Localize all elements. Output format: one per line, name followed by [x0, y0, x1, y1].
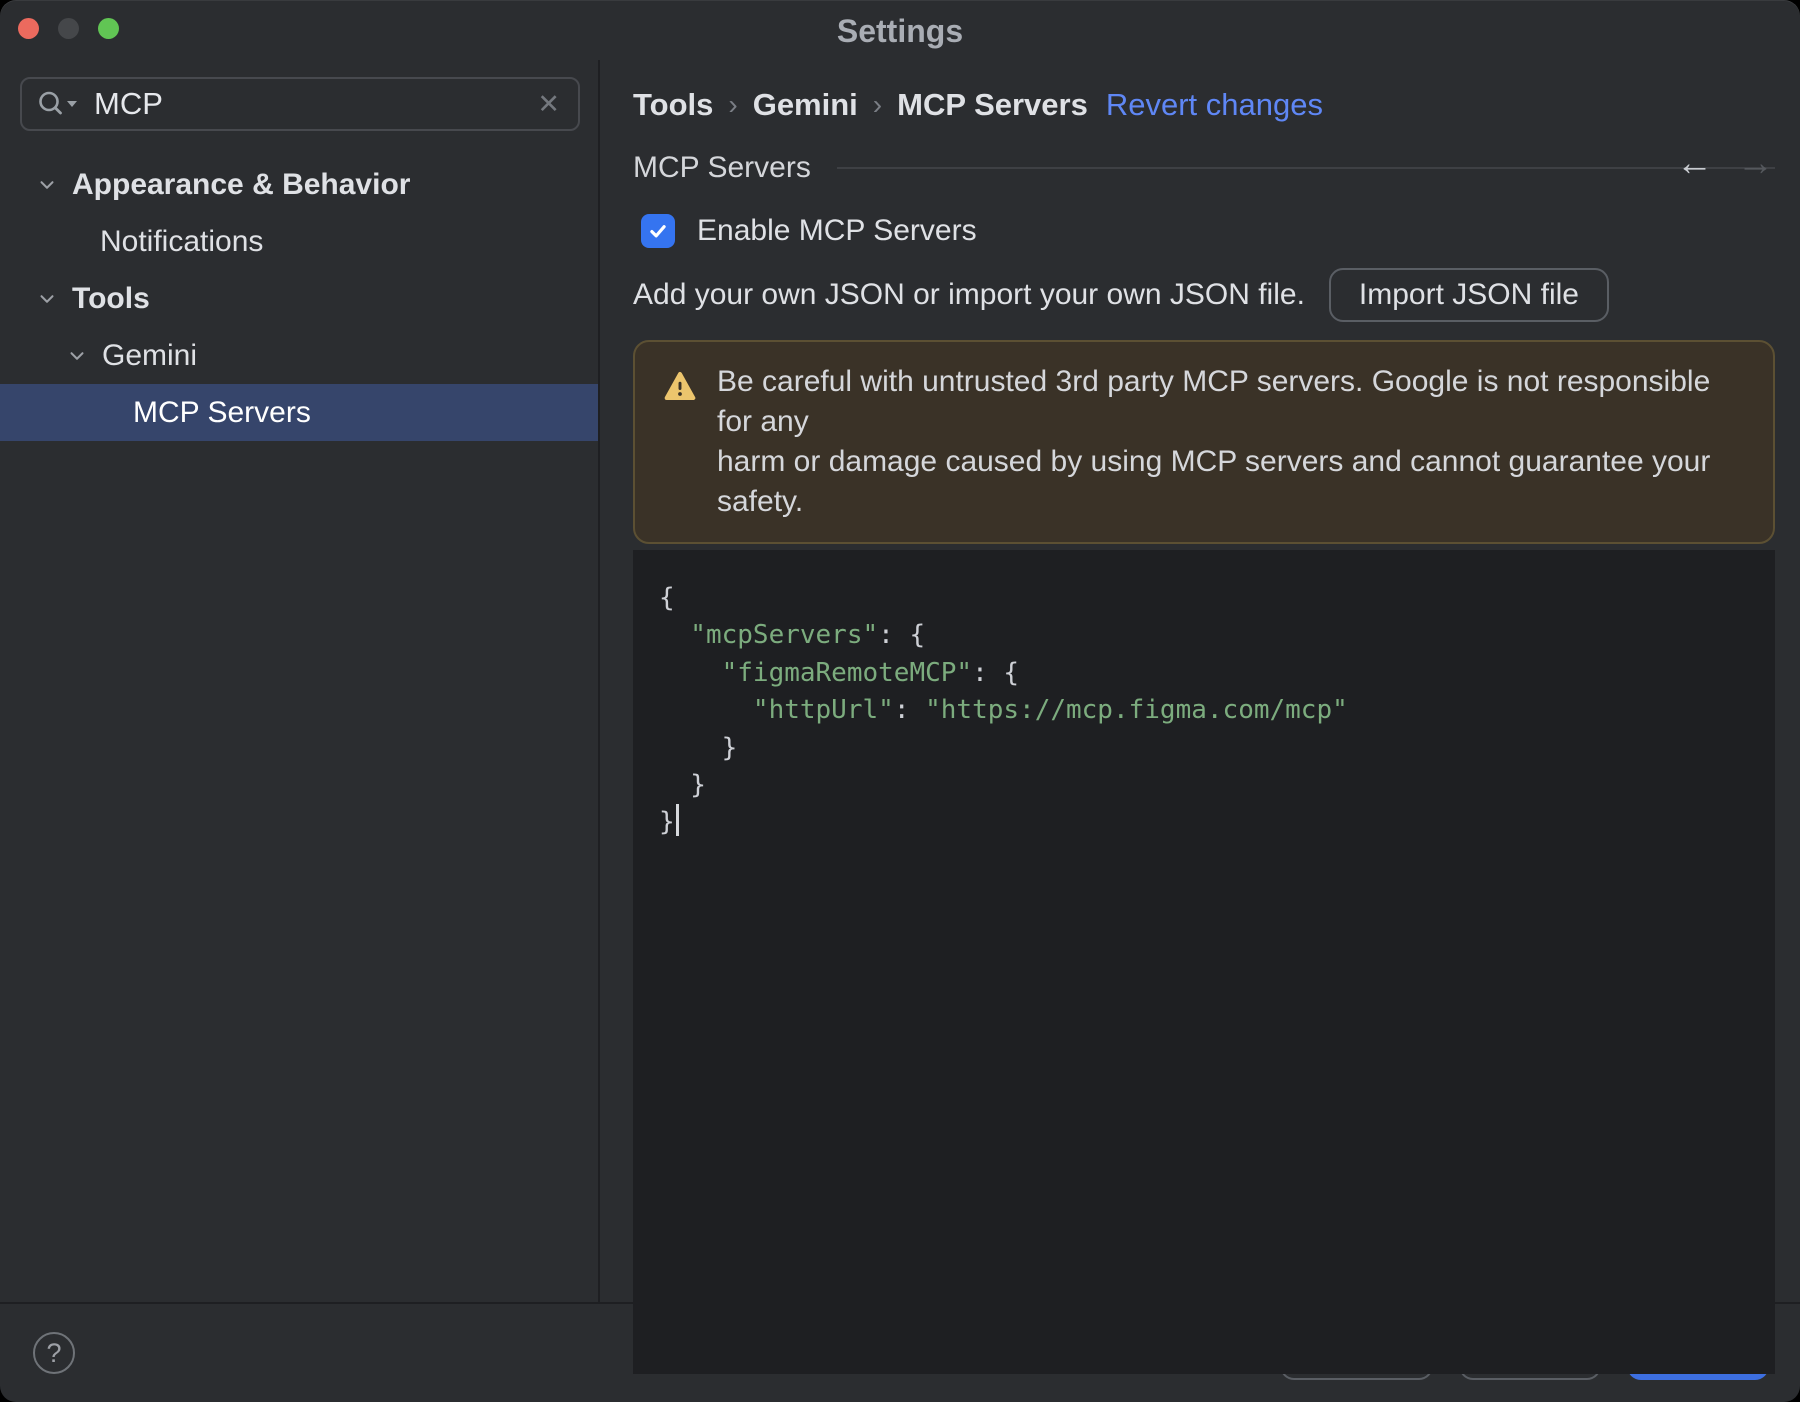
history-navigation: ← →: [1676, 144, 1774, 182]
sidebar-item-label: Appearance & Behavior: [72, 167, 411, 201]
code-line: {: [659, 583, 675, 613]
code-line: }: [659, 732, 738, 763]
warning-text: Be careful with untrusted 3rd party MCP …: [717, 362, 1745, 522]
chevron-down-icon: [66, 345, 88, 367]
warning-banner: Be careful with untrusted 3rd party MCP …: [633, 340, 1775, 544]
sidebar-item-appearance-behavior[interactable]: Appearance & Behavior: [0, 156, 598, 213]
settings-window: Settings ✕ Appearance & Behavior: [0, 0, 1800, 1402]
add-json-row: Add your own JSON or import your own JSO…: [633, 268, 1775, 322]
settings-tree: Appearance & Behavior Notifications Tool…: [0, 156, 598, 441]
settings-content: Tools › Gemini › MCP Servers Revert chan…: [600, 60, 1800, 1374]
breadcrumb-separator-icon: ›: [728, 89, 738, 120]
sidebar-item-mcp-servers[interactable]: MCP Servers: [0, 384, 598, 441]
warning-line: Be careful with untrusted 3rd party MCP …: [717, 365, 1711, 438]
search-icon: [39, 91, 77, 115]
window-title: Settings: [836, 13, 964, 49]
code-line: "httpUrl": "https://mcp.figma.com/mcp": [659, 695, 1348, 726]
help-button[interactable]: ?: [33, 1332, 75, 1374]
text-cursor: [675, 804, 679, 837]
add-json-text: Add your own JSON or import your own JSO…: [633, 278, 1305, 311]
question-mark-icon: ?: [46, 1337, 62, 1368]
breadcrumb-separator-icon: ›: [872, 89, 883, 120]
sidebar-item-label: MCP Servers: [133, 395, 311, 429]
section-divider: [836, 167, 1775, 169]
sidebar-item-label: Gemini: [102, 338, 198, 372]
warning-line: harm or damage caused by using MCP serve…: [717, 445, 1711, 518]
section-title: MCP Servers: [633, 151, 811, 184]
chevron-down-icon: [36, 174, 58, 196]
import-json-file-button[interactable]: Import JSON file: [1328, 268, 1609, 322]
settings-search-field[interactable]: ✕: [20, 77, 580, 131]
mcp-json-editor[interactable]: { "mcpServers": { "figmaRemoteMCP": { "h…: [633, 550, 1775, 1374]
breadcrumb-item-gemini[interactable]: Gemini: [753, 87, 858, 123]
forward-arrow-icon[interactable]: →: [1737, 144, 1774, 182]
check-icon: [650, 225, 666, 238]
code-line: }: [659, 804, 1749, 841]
warning-icon: [664, 372, 696, 400]
settings-sidebar: ✕ Appearance & Behavior Notifications To: [0, 60, 600, 1302]
chevron-down-icon: [36, 288, 58, 310]
settings-body: ✕ Appearance & Behavior Notifications To: [0, 60, 1800, 1374]
breadcrumb-item-mcp-servers: MCP Servers: [897, 87, 1088, 122]
enable-mcp-row: Enable MCP Servers: [633, 211, 1775, 251]
code-line: }: [659, 770, 706, 801]
revert-changes-link[interactable]: Revert changes: [1106, 87, 1323, 123]
enable-mcp-label: Enable MCP Servers: [697, 214, 977, 247]
clear-search-icon[interactable]: ✕: [537, 89, 560, 120]
sidebar-item-notifications[interactable]: Notifications: [0, 213, 598, 270]
code-line: "mcpServers": {: [659, 620, 926, 651]
search-input[interactable]: [82, 86, 538, 122]
enable-mcp-checkbox[interactable]: [641, 214, 675, 248]
back-arrow-icon[interactable]: ←: [1676, 144, 1713, 182]
breadcrumb: Tools › Gemini › MCP Servers Revert chan…: [633, 86, 1775, 124]
sidebar-item-label: Notifications: [100, 224, 264, 258]
sidebar-item-gemini[interactable]: Gemini: [0, 327, 598, 384]
code-line: "figmaRemoteMCP": {: [659, 657, 1020, 688]
titlebar: Settings: [0, 0, 1800, 60]
breadcrumb-item-tools[interactable]: Tools: [633, 87, 713, 123]
section-header: MCP Servers: [633, 150, 1775, 186]
sidebar-item-label: Tools: [72, 281, 150, 315]
sidebar-item-tools[interactable]: Tools: [0, 270, 598, 327]
